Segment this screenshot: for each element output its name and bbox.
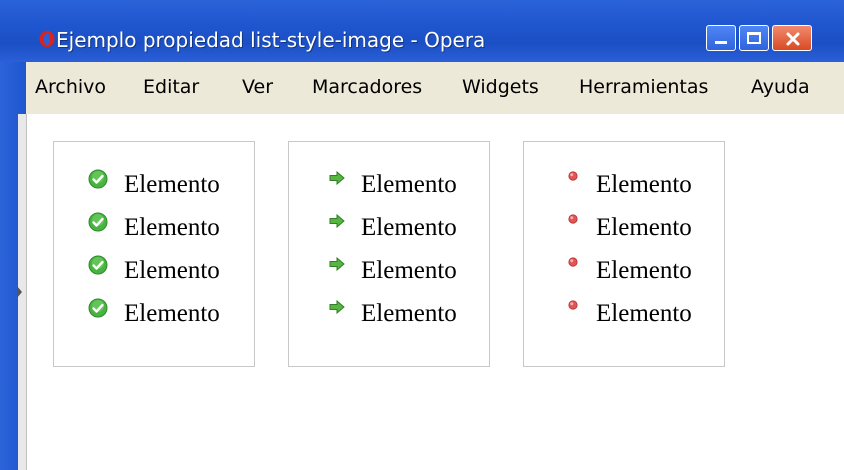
list-item-label: Elemento: [596, 257, 692, 284]
title-bar[interactable]: Ejemplo propiedad list-style-image - Ope…: [0, 0, 844, 62]
list-item-label: Elemento: [124, 171, 220, 198]
list-item-label: Elemento: [596, 300, 692, 327]
menu-widgets[interactable]: Widgets: [462, 76, 539, 98]
list-item: Elemento: [289, 169, 489, 209]
browser-window: Ejemplo propiedad list-style-image - Ope…: [0, 0, 844, 470]
green-check-circle-icon: [88, 255, 108, 275]
opera-logo-icon[interactable]: [38, 30, 56, 48]
list-item-label: Elemento: [596, 214, 692, 241]
green-arrow-right-icon: [329, 214, 345, 228]
red-dot-icon: [568, 171, 578, 181]
menu-bar: Archivo Editar Ver Marcadores Widgets He…: [26, 62, 844, 114]
list-item-label: Elemento: [361, 171, 457, 198]
list-item: Elemento: [524, 169, 724, 209]
green-check-circle-icon: [88, 212, 108, 232]
list-item: Elemento: [54, 255, 254, 295]
panel-expand-arrow-icon[interactable]: [17, 286, 22, 298]
maximize-icon: [747, 32, 761, 44]
green-arrow-right-icon: [329, 171, 345, 185]
list-item-label: Elemento: [361, 300, 457, 327]
list-item: Elemento: [54, 212, 254, 252]
list-item-label: Elemento: [124, 257, 220, 284]
menu-editar[interactable]: Editar: [143, 76, 199, 98]
close-button[interactable]: [772, 25, 812, 51]
green-check-circle-icon: [88, 298, 108, 318]
list-item: Elemento: [54, 169, 254, 209]
minimize-icon: [715, 41, 727, 44]
menu-archivo[interactable]: Archivo: [35, 76, 106, 98]
list-item: Elemento: [524, 255, 724, 295]
list-item-label: Elemento: [361, 214, 457, 241]
list-item: Elemento: [289, 255, 489, 295]
window-title: Ejemplo propiedad list-style-image - Ope…: [56, 28, 486, 52]
maximize-button[interactable]: [739, 25, 769, 51]
list-item: Elemento: [289, 212, 489, 252]
list-item-label: Elemento: [596, 171, 692, 198]
list-box-arrow: Elemento Elemento Elemento Elemento: [288, 141, 490, 367]
minimize-button[interactable]: [706, 25, 736, 51]
close-icon: [786, 32, 800, 46]
menu-herramientas[interactable]: Herramientas: [579, 76, 708, 98]
list-box-check: Elemento Elemento Elemento Elemento: [53, 141, 255, 367]
green-arrow-right-icon: [329, 300, 345, 314]
green-check-circle-icon: [88, 169, 108, 189]
list-item-label: Elemento: [124, 214, 220, 241]
menu-marcadores[interactable]: Marcadores: [312, 76, 422, 98]
list-item-label: Elemento: [361, 257, 457, 284]
red-dot-icon: [568, 214, 578, 224]
red-dot-icon: [568, 300, 578, 310]
menu-ver[interactable]: Ver: [242, 76, 273, 98]
list-item-label: Elemento: [124, 300, 220, 327]
list-item: Elemento: [524, 298, 724, 338]
red-dot-icon: [568, 257, 578, 267]
green-arrow-right-icon: [329, 257, 345, 271]
list-item: Elemento: [524, 212, 724, 252]
list-item: Elemento: [289, 298, 489, 338]
list-box-dot: Elemento Elemento Elemento Elemento: [523, 141, 725, 367]
menu-ayuda[interactable]: Ayuda: [751, 76, 810, 98]
list-item: Elemento: [54, 298, 254, 338]
